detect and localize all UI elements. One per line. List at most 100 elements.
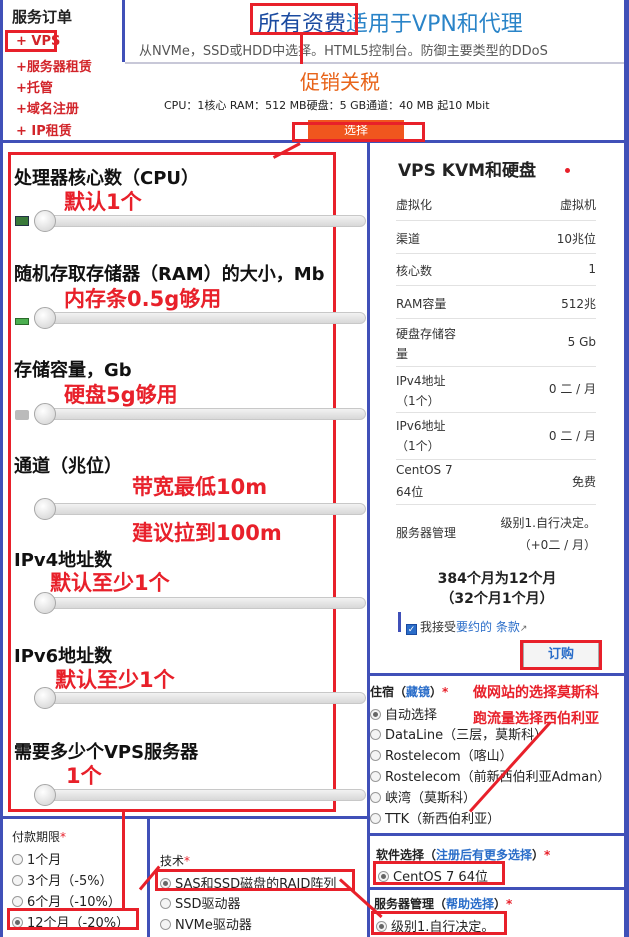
payment-header-text: 付款期限 [12,830,61,844]
server-count-slider-handle[interactable] [34,784,56,806]
divider [396,366,596,367]
annotation-bandwidth-suggest: 建议拉到100m [132,521,282,545]
radio[interactable] [160,898,171,909]
required-mark: * [184,854,191,868]
ram-slider-handle[interactable] [34,307,56,329]
ipv6-slider[interactable] [34,692,366,704]
annotation-disk: 硬盘5g够用 [64,383,178,407]
ipv4-slider-handle[interactable] [34,592,56,614]
divider [396,318,596,319]
page-title-part2: 适用于VPN和代理 [346,12,523,37]
summary-key: （1个） [396,394,440,408]
radio-selected[interactable] [370,709,381,720]
radio[interactable] [12,854,23,865]
payment-option-label: 3个月（-5%） [27,874,113,889]
summary-key: RAM容量 [396,297,447,311]
radio[interactable] [160,919,171,930]
radio[interactable] [370,813,381,824]
promo-label: 促销关税 [300,70,380,94]
summary-value: 级别1.自行决定。 [500,516,596,530]
summary-key: 渠道 [396,232,421,246]
radio[interactable] [370,750,381,761]
server-count-slider[interactable] [34,789,366,801]
location-option-label: 峡湾（莫斯科） [385,791,477,806]
bandwidth-label: 通道（兆位） [14,456,122,477]
management-header-link[interactable]: 帮助选择 [446,897,494,911]
tech-header-text: 技术 [160,854,185,868]
annotation-server-count: 1个 [66,764,102,788]
tech-option[interactable]: SSD驱动器 [160,893,241,912]
summary-value: 10兆位 [556,232,596,246]
cpu-slider-handle[interactable] [34,210,56,232]
software-header-text: 软件选择（ [376,848,437,862]
location-header-link[interactable]: 藏镜 [406,685,430,699]
tech-option-label: SSD驱动器 [175,897,241,912]
payment-option[interactable]: 1个月 [12,849,61,868]
sidebar-item-server-rental[interactable]: +服务器租赁 [16,56,92,75]
management-header-text: 服务器管理（ [374,897,447,911]
summary-key: 虚拟化 [396,198,433,212]
cpu-slider[interactable] [34,215,366,227]
highlight-box [155,869,355,891]
location-option[interactable]: TTK（新西伯利亚） [370,808,500,827]
total-price: 384个月为12个月 [437,571,557,587]
highlight-box [250,3,358,35]
location-option[interactable]: DataLine（三层，莫斯科） [370,724,547,743]
highlight-box [373,861,505,885]
summary-key: 核心数 [396,264,433,278]
location-option[interactable]: 峡湾（莫斯科） [370,787,476,806]
summary-row: IPv4地址 （1个） 0 二 / 月 [396,372,596,412]
frame-line [398,612,401,632]
divider [396,412,596,413]
ram-slider[interactable] [34,312,366,324]
location-option[interactable]: Rostelecom（前新西伯利亚Adman） [370,766,610,785]
frame-line [370,833,629,836]
location-option[interactable]: 自动选择 [370,704,437,723]
summary-value: 1 [588,262,596,276]
ipv6-slider-handle[interactable] [34,687,56,709]
sidebar-item-domain[interactable]: +域名注册 [16,98,79,117]
required-mark: * [442,685,449,699]
annotation-bandwidth-min: 带宽最低10m [132,475,268,499]
annotation-line [122,812,125,908]
annotation-ipv6: 默认至少1个 [55,668,175,692]
annotation-ram: 内存条0.5g够用 [64,287,222,311]
divider [396,220,596,221]
radio[interactable] [370,729,381,740]
sidebar-item-ip-rental[interactable]: + IP租赁 [16,120,72,139]
location-option-label: Rostelecom（喀山） [385,749,513,764]
location-option-label: DataLine（三层，莫斯科） [385,728,548,743]
disk-slider[interactable] [34,408,366,420]
tech-option[interactable]: NVMe驱动器 [160,914,252,933]
software-header-link[interactable]: 注册后有更多选择 [436,848,532,862]
radio[interactable] [12,875,23,886]
summary-key: 量 [396,347,409,361]
summary-row: IPv6地址 （1个） 0 二 / 月 [396,417,596,457]
disk-slider-handle[interactable] [34,403,56,425]
radio[interactable] [370,792,381,803]
bandwidth-slider[interactable] [34,503,366,515]
tech-header: 技术* [160,852,190,869]
radio[interactable] [370,771,381,782]
ipv4-slider[interactable] [34,597,366,609]
highlight-box [5,30,57,52]
bandwidth-slider-handle[interactable] [34,498,56,520]
divider [396,253,596,254]
agree-checkbox[interactable]: ✓ [406,624,417,635]
ram-icon [15,318,29,325]
frame-line [370,673,629,676]
external-link-icon: ↗ [519,624,528,634]
summary-key: CentOS 7 [396,463,453,477]
highlight-box [371,911,507,935]
terms-link[interactable]: 条款 [496,620,520,634]
highlight-box [7,908,139,930]
highlight-box [520,640,602,670]
payment-option[interactable]: 3个月（-5%） [12,870,113,889]
frame-line [0,0,3,937]
sidebar-item-hosting[interactable]: +托管 [16,77,53,96]
location-option[interactable]: Rostelecom（喀山） [370,745,513,764]
radio[interactable] [12,896,23,907]
summary-key: 服务器管理 [396,526,457,540]
payment-header: 付款期限* [12,828,66,845]
agree-link[interactable]: 要约的 [456,620,492,634]
